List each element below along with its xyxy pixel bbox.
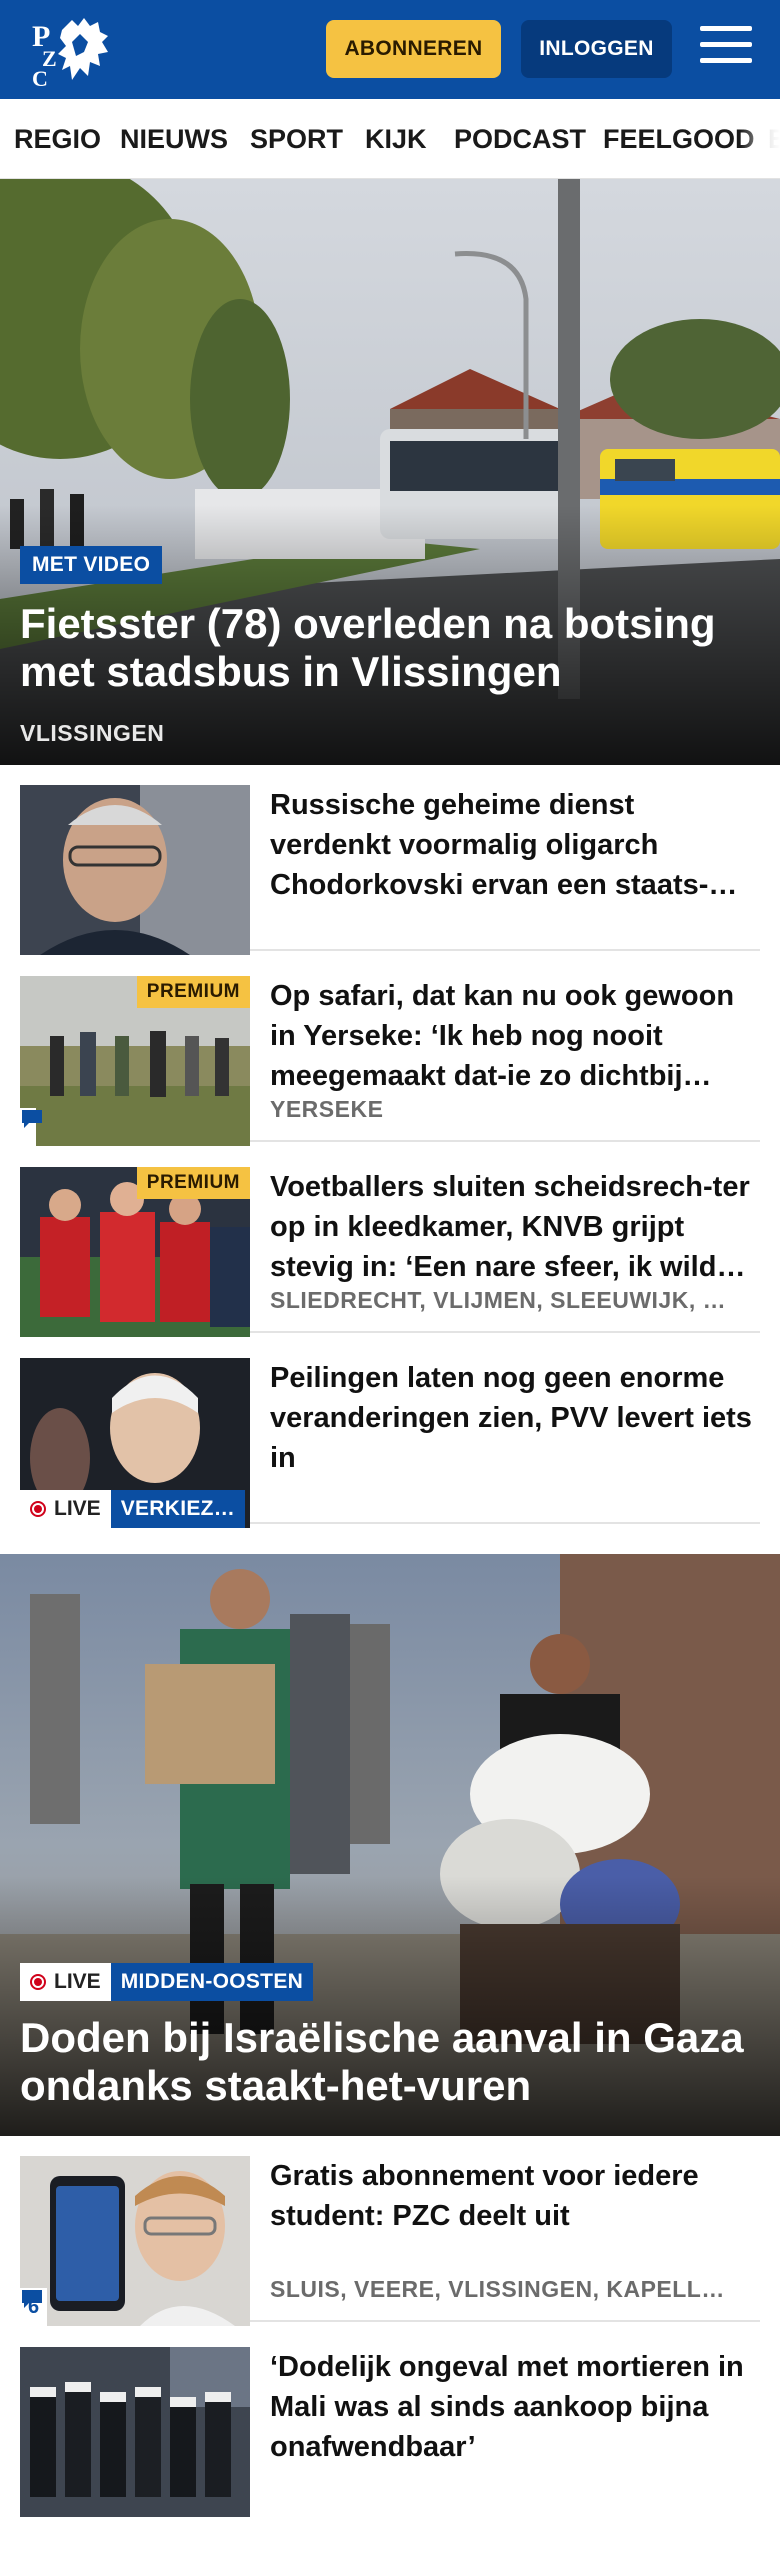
nav-item-kijk[interactable]: KIJK (365, 99, 427, 178)
article-location: YERSEKE (270, 1096, 384, 1122)
article-thumbnail: LIVE VERKIEZ… (20, 1358, 250, 1528)
site-header: P Z C ABONNEREN INLOGGEN (0, 0, 780, 99)
live-badge: LIVE MIDDEN-OOSTEN (20, 1963, 314, 2001)
article-thumbnail: PREMIUM (20, 976, 250, 1146)
nav-item-regio[interactable]: REGIO (14, 99, 101, 178)
nav-item-podcast[interactable]: PODCAST (454, 99, 586, 178)
premium-badge: PREMIUM (136, 976, 250, 1008)
article-thumbnail (20, 2347, 250, 2517)
list-item[interactable]: Russische geheime dienst verdenkt voorma… (20, 765, 760, 955)
svg-text:C: C (32, 66, 48, 88)
list-item[interactable]: PREMIUM Op safari, dat kan nu ook gewoon… (20, 956, 760, 1146)
section-nav: REGIO NIEUWS SPORT KIJK PODCAST FEELGOOD… (0, 99, 780, 179)
list-item[interactable]: LIVE VERKIEZ… Peilingen laten nog geen e… (20, 1338, 760, 1528)
article-title[interactable]: Gratis abonnement voor iedere student: P… (270, 2156, 760, 2236)
hero-title[interactable]: Fietsster (78) overleden na botsing met … (20, 600, 740, 696)
article-thumbnail: PREMIUM (20, 1167, 250, 1337)
article-location: SLIEDRECHT, VLIJMEN, SLEEUWIJK, … (270, 1287, 727, 1313)
live-icon (30, 1974, 46, 1990)
list-item[interactable]: PREMIUM Voetballers sluiten scheidsrech-… (20, 1147, 760, 1337)
article-title[interactable]: Peilingen laten nog geen enorme verander… (270, 1358, 760, 1478)
premium-badge: PREMIUM (136, 1167, 250, 1199)
article-location: SLUIS, VEERE, VLISSINGEN, KAPELL… (270, 2276, 725, 2302)
video-badge: MET VIDEO (20, 546, 163, 584)
live-topic: MIDDEN-OOSTEN (110, 1963, 314, 2001)
article-thumbnail: 6 (20, 2156, 250, 2326)
hero-article[interactable]: MET VIDEO Fietsster (78) overleden na bo… (0, 179, 780, 765)
nav-item-nieuws[interactable]: NIEUWS (120, 99, 228, 178)
comment-badge[interactable] (20, 1108, 42, 1146)
article-title[interactable]: Voetballers sluiten scheidsrech-ter op i… (270, 1167, 760, 1287)
comment-badge[interactable]: 6 (20, 2288, 48, 2326)
login-button[interactable]: INLOGGEN (521, 20, 672, 78)
list-item[interactable]: 6 Gratis abonnement voor iedere student:… (20, 2136, 760, 2326)
comment-icon (22, 1110, 42, 1128)
article-title[interactable]: ‘Dodelijk ongeval met mortieren in Mali … (270, 2347, 760, 2467)
list-item[interactable]: ‘Dodelijk ongeval met mortieren in Mali … (20, 2327, 760, 2517)
subscribe-button[interactable]: ABONNEREN (326, 20, 501, 78)
hero-location: VLISSINGEN (20, 720, 165, 746)
article-thumbnail (20, 785, 250, 955)
comment-icon (22, 2290, 42, 2308)
live-badge: LIVE VERKIEZ… (20, 1490, 246, 1528)
pzc-logo[interactable]: P Z C (28, 12, 114, 91)
live-icon (30, 1501, 46, 1517)
hamburger-menu-icon[interactable] (700, 26, 752, 72)
live-label: LIVE (54, 1497, 101, 1520)
hero2-title[interactable]: Doden bij Israëlische aanval in Gaza ond… (20, 2014, 750, 2110)
nav-fade (740, 99, 780, 178)
hero-article-2[interactable]: LIVE MIDDEN-OOSTEN Doden bij Israëlische… (0, 1554, 780, 2136)
live-label: LIVE (54, 1970, 101, 1993)
article-title[interactable]: Op safari, dat kan nu ook gewoon in Yers… (270, 976, 760, 1096)
nav-item-feelgood[interactable]: FEELGOOD (603, 99, 755, 178)
article-title[interactable]: Russische geheime dienst verdenkt voorma… (270, 785, 760, 905)
live-topic: VERKIEZ… (110, 1490, 246, 1528)
nav-item-sport[interactable]: SPORT (250, 99, 343, 178)
